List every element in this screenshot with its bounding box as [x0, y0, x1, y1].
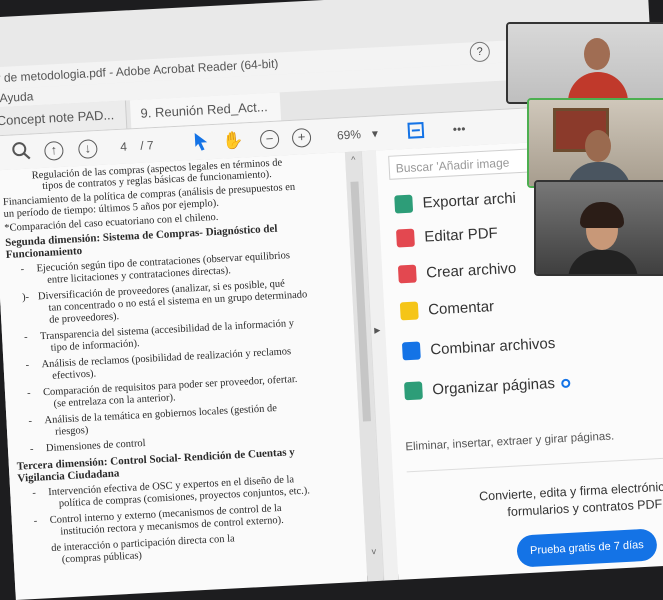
fit-page-icon[interactable] [404, 120, 427, 143]
bullet-marker: - [27, 388, 31, 399]
scroll-down-icon[interactable]: v [368, 546, 381, 557]
zoom-out-icon[interactable]: − [260, 130, 280, 150]
help-icon[interactable]: ? [469, 41, 490, 62]
promo-text: Convierte, edita y firma electrónicame f… [464, 477, 663, 524]
tool-label: Organizar páginas [432, 375, 555, 398]
tab-label: Concept note PAD... [0, 107, 115, 128]
document-text-line: efectivos). [52, 368, 97, 381]
document-text-line: de proveedores). [49, 311, 119, 326]
more-tools-icon[interactable]: ••• [452, 122, 465, 137]
video-participant-1[interactable] [506, 22, 663, 104]
organize-description: Eliminar, insertar, extraer y girar pági… [405, 430, 614, 453]
tool-organize-pages[interactable]: Organizar páginas [404, 374, 571, 409]
bullet-marker: - [28, 416, 32, 427]
comment-icon [400, 302, 419, 321]
menu-help[interactable]: Ayuda [0, 89, 34, 105]
participant-face [584, 38, 610, 70]
tool-edit-pdf[interactable]: Editar PDF [396, 224, 499, 255]
combine-files-icon [402, 341, 421, 360]
zoom-level[interactable]: 69% [337, 127, 362, 142]
bullet-marker: - [33, 516, 37, 527]
video-participant-2[interactable] [527, 98, 663, 188]
zoom-dropdown-icon[interactable]: ▾ [372, 126, 379, 140]
panel-divider [407, 457, 663, 472]
bullet-marker: )- [22, 292, 30, 303]
page-total: / 7 [140, 138, 154, 153]
tool-label: Editar PDF [424, 225, 498, 246]
next-page-icon[interactable]: ↓ [78, 139, 98, 159]
export-pdf-icon [394, 195, 413, 214]
tool-comment[interactable]: Comentar [400, 298, 495, 329]
participant-face [585, 130, 611, 162]
bullet-marker: - [20, 264, 24, 275]
video-participant-3[interactable] [534, 180, 663, 276]
document-text-line: Funcionamiento [5, 245, 82, 261]
previous-page-icon[interactable]: ↑ [44, 141, 64, 161]
scroll-up-icon[interactable]: ^ [347, 154, 360, 165]
create-pdf-icon [398, 265, 417, 284]
select-cursor-icon[interactable] [190, 131, 213, 154]
info-icon[interactable] [561, 378, 570, 387]
tool-export-pdf[interactable]: Exportar archi [394, 189, 517, 221]
tool-label: Exportar archi [422, 190, 516, 212]
tab-label: 9. Reunión Red_Act... [140, 99, 268, 121]
page-number-input[interactable]: 4 [120, 140, 127, 154]
edit-pdf-icon [396, 229, 415, 248]
organize-pages-icon [404, 381, 423, 400]
tool-label: Crear archivo [426, 260, 517, 282]
bullet-marker: - [24, 332, 28, 343]
pdf-document-page: Regulación de las compras (aspectos lega… [0, 152, 367, 600]
hand-tool-icon[interactable]: ✋ [222, 129, 245, 152]
tool-combine-files[interactable]: Combinar archivos [402, 334, 556, 368]
document-text-line: Dimensiones de control [46, 438, 146, 454]
tool-label: Comentar [428, 298, 495, 318]
zoom-in-icon[interactable]: + [292, 128, 312, 148]
search-icon[interactable] [10, 140, 33, 163]
bullet-marker: - [30, 444, 34, 455]
free-trial-button[interactable]: Prueba gratis de 7 días [516, 528, 657, 567]
bullet-marker: - [32, 488, 36, 499]
tool-label: Combinar archivos [430, 335, 556, 359]
document-text-line: riesgos) [55, 425, 89, 438]
collapse-arrow-icon: ▶ [374, 326, 381, 335]
bullet-marker: - [25, 360, 29, 371]
tool-create-pdf[interactable]: Crear archivo [398, 259, 517, 291]
